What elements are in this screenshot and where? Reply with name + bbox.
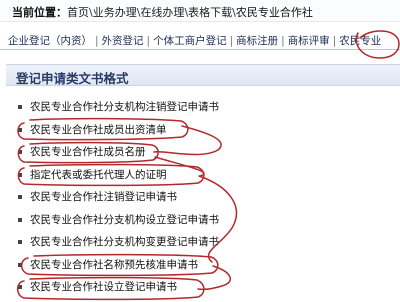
- document-link[interactable]: 农民专业合作社名称预先核准申请书: [30, 259, 198, 271]
- tab-trademark-registration[interactable]: 商标注册: [236, 33, 278, 48]
- document-link[interactable]: 农民专业合作社成员名册: [30, 146, 146, 158]
- breadcrumb-online-link[interactable]: 在线办理: [140, 6, 184, 19]
- document-link[interactable]: 农民专业合作社分支机构变更登记申请书: [30, 236, 219, 248]
- tab-separator: |: [95, 35, 99, 47]
- bullet-icon: [18, 240, 22, 244]
- list-item: 农民专业合作社成员出资清单: [0, 119, 400, 142]
- breadcrumb-current: 农民专业合作社: [235, 6, 313, 19]
- bullet-icon: [18, 195, 22, 199]
- breadcrumb: 当前位置：首页\业务办理\在线办理\表格下载\农民专业合作社: [0, 0, 400, 22]
- list-item: 农民专业合作社成员名册: [0, 141, 400, 164]
- tab-separator: |: [281, 35, 285, 47]
- tab-separator: |: [229, 35, 234, 47]
- category-tabs: 企业登记（内资） | 外资登记 | 个体工商户登记 | 商标注册 | 商标评审 | 农民专业: [0, 28, 400, 50]
- tab-foreign-investment[interactable]: 外资登记: [102, 33, 144, 48]
- document-list: 农民专业合作社分支机构注销登记申请书 农民专业合作社成员出资清单 农民专业合作社…: [0, 96, 400, 299]
- list-item: 农民专业合作社分支机构设立登记申请书: [0, 209, 400, 232]
- tab-trademark-review[interactable]: 商标评审: [288, 33, 330, 48]
- tab-separator: |: [332, 35, 337, 47]
- breadcrumb-business-link[interactable]: 业务办理: [93, 6, 137, 19]
- list-item: 农民专业合作社名称预先核准申请书: [0, 254, 400, 277]
- breadcrumb-label: 当前位置：: [12, 6, 67, 19]
- breadcrumb-home-link[interactable]: 首页: [67, 6, 89, 19]
- bullet-icon: [18, 105, 22, 109]
- list-item: 指定代表或委托代理人的证明: [0, 164, 400, 187]
- bullet-icon: [18, 285, 22, 289]
- document-link[interactable]: 农民专业合作社设立登记申请书: [30, 281, 177, 293]
- list-item: 农民专业合作社分支机构变更登记申请书: [0, 231, 400, 254]
- list-item: 农民专业合作社注销登记申请书: [0, 186, 400, 209]
- document-link[interactable]: 农民专业合作社分支机构设立登记申请书: [30, 214, 219, 226]
- tab-enterprise-domestic[interactable]: 企业登记（内资）: [8, 33, 92, 48]
- section-title: 登记申请类文书格式: [6, 64, 400, 86]
- bullet-icon: [18, 172, 22, 177]
- list-item: 农民专业合作社分支机构注销登记申请书: [0, 96, 400, 119]
- document-link[interactable]: 指定代表或委托代理人的证明: [30, 169, 167, 181]
- bullet-icon: [18, 262, 22, 267]
- tab-individual-business[interactable]: 个体工商户登记: [153, 33, 227, 48]
- tab-separator: |: [146, 35, 151, 47]
- list-item: 农民专业合作社设立登记申请书: [0, 276, 400, 299]
- document-link[interactable]: 农民专业合作社分支机构注销登记申请书: [30, 101, 219, 113]
- document-link[interactable]: 农民专业合作社注销登记申请书: [30, 191, 177, 203]
- document-link[interactable]: 农民专业合作社成员出资清单: [30, 124, 167, 136]
- breadcrumb-forms-link[interactable]: 表格下载: [188, 6, 232, 19]
- bullet-icon: [18, 150, 22, 154]
- bullet-icon: [18, 127, 22, 132]
- tab-farmer-cooperative[interactable]: 农民专业: [339, 33, 381, 48]
- bullet-icon: [18, 217, 22, 222]
